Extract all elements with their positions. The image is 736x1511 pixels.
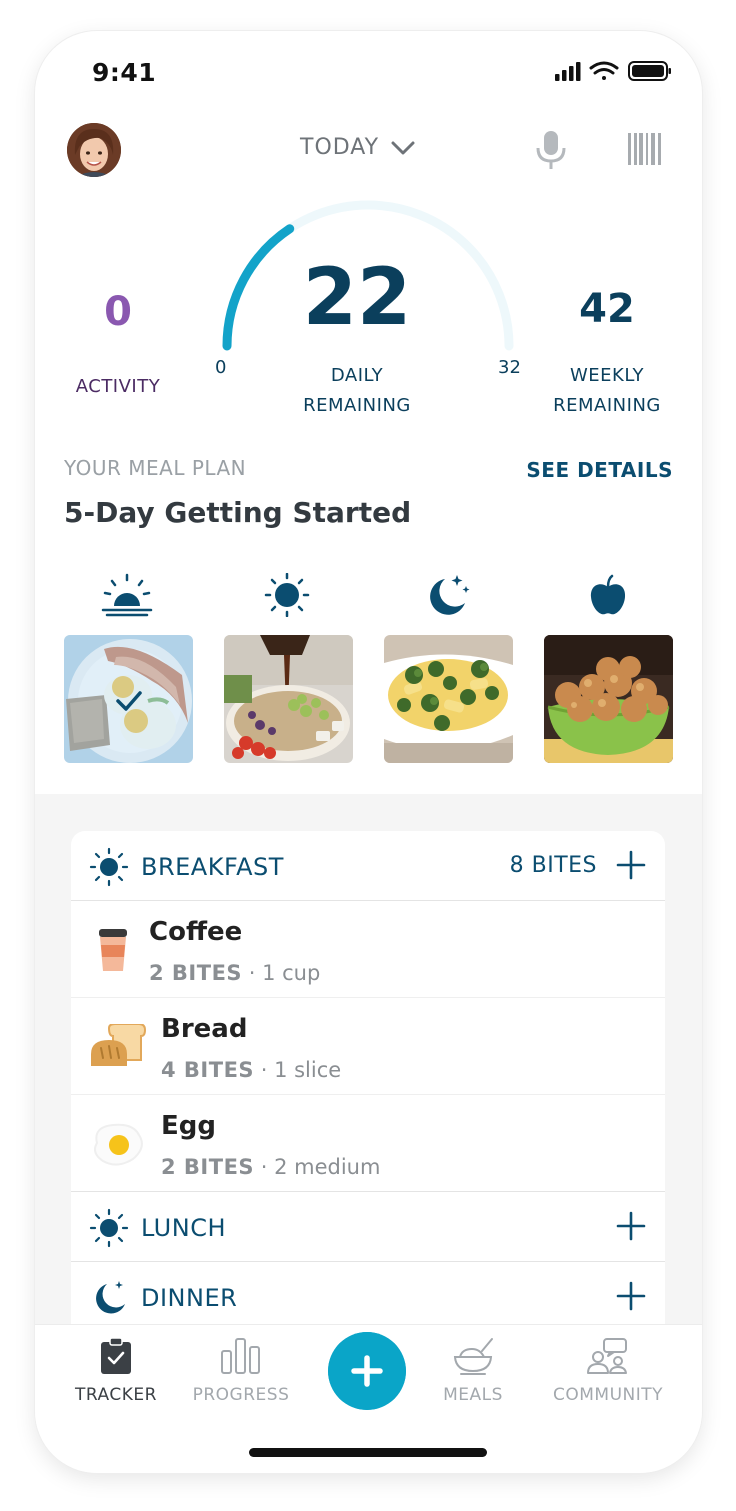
sun-icon <box>264 573 310 617</box>
meal-photo-breakfast[interactable] <box>64 635 193 763</box>
coffee-cup-icon <box>99 929 127 971</box>
apple-icon <box>590 574 626 615</box>
community-icon <box>587 1338 627 1374</box>
dinner-section-header[interactable]: DINNER <box>71 1262 665 1332</box>
tab-meals-label: MEALS <box>443 1385 503 1405</box>
tab-community-label: COMMUNITY <box>552 1385 664 1405</box>
see-details-link[interactable]: SEE DETAILS <box>475 458 673 482</box>
avatar[interactable] <box>67 123 121 177</box>
food-name: Egg <box>161 1111 216 1141</box>
gauge-max-label: 32 <box>498 357 521 378</box>
add-food-button[interactable] <box>328 1332 406 1410</box>
meal-photo-snack[interactable] <box>544 635 673 763</box>
sun-icon <box>89 1208 129 1248</box>
tab-progress-label: PROGRESS <box>192 1385 290 1405</box>
weekly-remaining-value: 42 <box>579 286 635 332</box>
phone-screen: 9:41 TODAY 0 ACTIVITY 22 DAILY REMAINING… <box>35 31 702 1473</box>
microphone-icon[interactable] <box>533 129 569 171</box>
add-lunch-button[interactable] <box>615 1210 647 1242</box>
quinoa-salad-photo <box>224 635 353 763</box>
food-bites: 2 BITES <box>161 1155 255 1179</box>
food-name: Coffee <box>149 917 243 947</box>
status-icons <box>555 61 671 81</box>
eggs-bacon-toast-photo <box>64 635 193 763</box>
date-selector[interactable]: TODAY <box>300 135 415 160</box>
sun-icon <box>89 847 129 887</box>
chevron-down-icon <box>391 141 415 154</box>
food-item-egg[interactable]: Egg 2 BITES · 2 medium <box>71 1095 665 1192</box>
meal-plan-title: 5-Day Getting Started <box>64 496 412 529</box>
food-portion: 2 medium <box>274 1155 381 1179</box>
cellular-signal-icon <box>555 62 581 81</box>
food-detail: 4 BITES · 1 slice <box>161 1058 342 1082</box>
tab-tracker[interactable]: TRACKER <box>51 1337 181 1405</box>
status-time: 9:41 <box>92 58 157 87</box>
daily-remaining-label: DAILY REMAINING <box>257 361 457 421</box>
food-detail: 2 BITES · 1 cup <box>149 961 321 985</box>
food-item-bread[interactable]: Bread 4 BITES · 1 slice <box>71 998 665 1095</box>
dinner-label: DINNER <box>141 1284 238 1312</box>
pasta-broccoli-photo <box>384 635 513 763</box>
bar-chart-icon <box>221 1338 260 1374</box>
bread-icon <box>91 1024 147 1066</box>
barcode-icon[interactable] <box>627 131 663 167</box>
bowl-icon <box>453 1338 493 1375</box>
food-bites: 2 BITES <box>149 961 243 985</box>
tab-community[interactable]: COMMUNITY <box>543 1337 673 1405</box>
weekly-remaining-label: WEEKLY REMAINING <box>527 361 687 421</box>
lunch-label: LUNCH <box>141 1214 226 1242</box>
user-photo <box>67 123 121 177</box>
moon-stars-icon <box>430 575 470 615</box>
food-portion: 1 cup <box>262 961 321 985</box>
bites-bowl-photo <box>544 635 673 763</box>
breakfast-label: BREAKFAST <box>141 853 284 881</box>
weekly-label-line2: REMAINING <box>553 395 661 416</box>
activity-value: 0 <box>104 289 132 335</box>
meal-photo-dinner[interactable] <box>384 635 513 763</box>
daily-label-line2: REMAINING <box>303 395 411 416</box>
lunch-section-header[interactable]: LUNCH <box>71 1192 665 1262</box>
clipboard-check-icon <box>101 1337 131 1374</box>
date-selector-label: TODAY <box>300 135 380 160</box>
breakfast-bites-total: 8 BITES <box>509 853 597 878</box>
meal-plan-label: YOUR MEAL PLAN <box>64 456 247 480</box>
home-indicator <box>249 1448 487 1457</box>
food-log-card: BREAKFAST 8 BITES Coffee 2 BITES · 1 cup <box>71 831 665 1332</box>
breakfast-section-header[interactable]: BREAKFAST 8 BITES <box>71 831 665 901</box>
food-bites: 4 BITES <box>161 1058 255 1082</box>
sunrise-icon <box>101 573 153 617</box>
add-breakfast-button[interactable] <box>615 849 647 881</box>
daily-remaining-value: 22 <box>302 253 412 343</box>
activity-label: ACTIVITY <box>75 376 161 397</box>
weekly-label-line1: WEEKLY <box>570 365 644 386</box>
tab-progress[interactable]: PROGRESS <box>176 1337 306 1405</box>
moon-stars-icon <box>96 1281 125 1314</box>
wifi-icon <box>589 61 619 80</box>
tab-tracker-label: TRACKER <box>75 1385 157 1405</box>
food-portion: 1 slice <box>274 1058 342 1082</box>
fried-egg-icon <box>94 1123 143 1166</box>
gauge-min-label: 0 <box>215 357 227 378</box>
food-detail: 2 BITES · 2 medium <box>161 1155 381 1179</box>
meal-photo-lunch[interactable] <box>224 635 353 763</box>
tab-meals[interactable]: MEALS <box>408 1337 538 1405</box>
food-name: Bread <box>161 1014 248 1044</box>
add-dinner-button[interactable] <box>615 1280 647 1312</box>
daily-label-line1: DAILY <box>330 365 384 386</box>
battery-icon <box>628 61 671 81</box>
food-item-coffee[interactable]: Coffee 2 BITES · 1 cup <box>71 901 665 998</box>
